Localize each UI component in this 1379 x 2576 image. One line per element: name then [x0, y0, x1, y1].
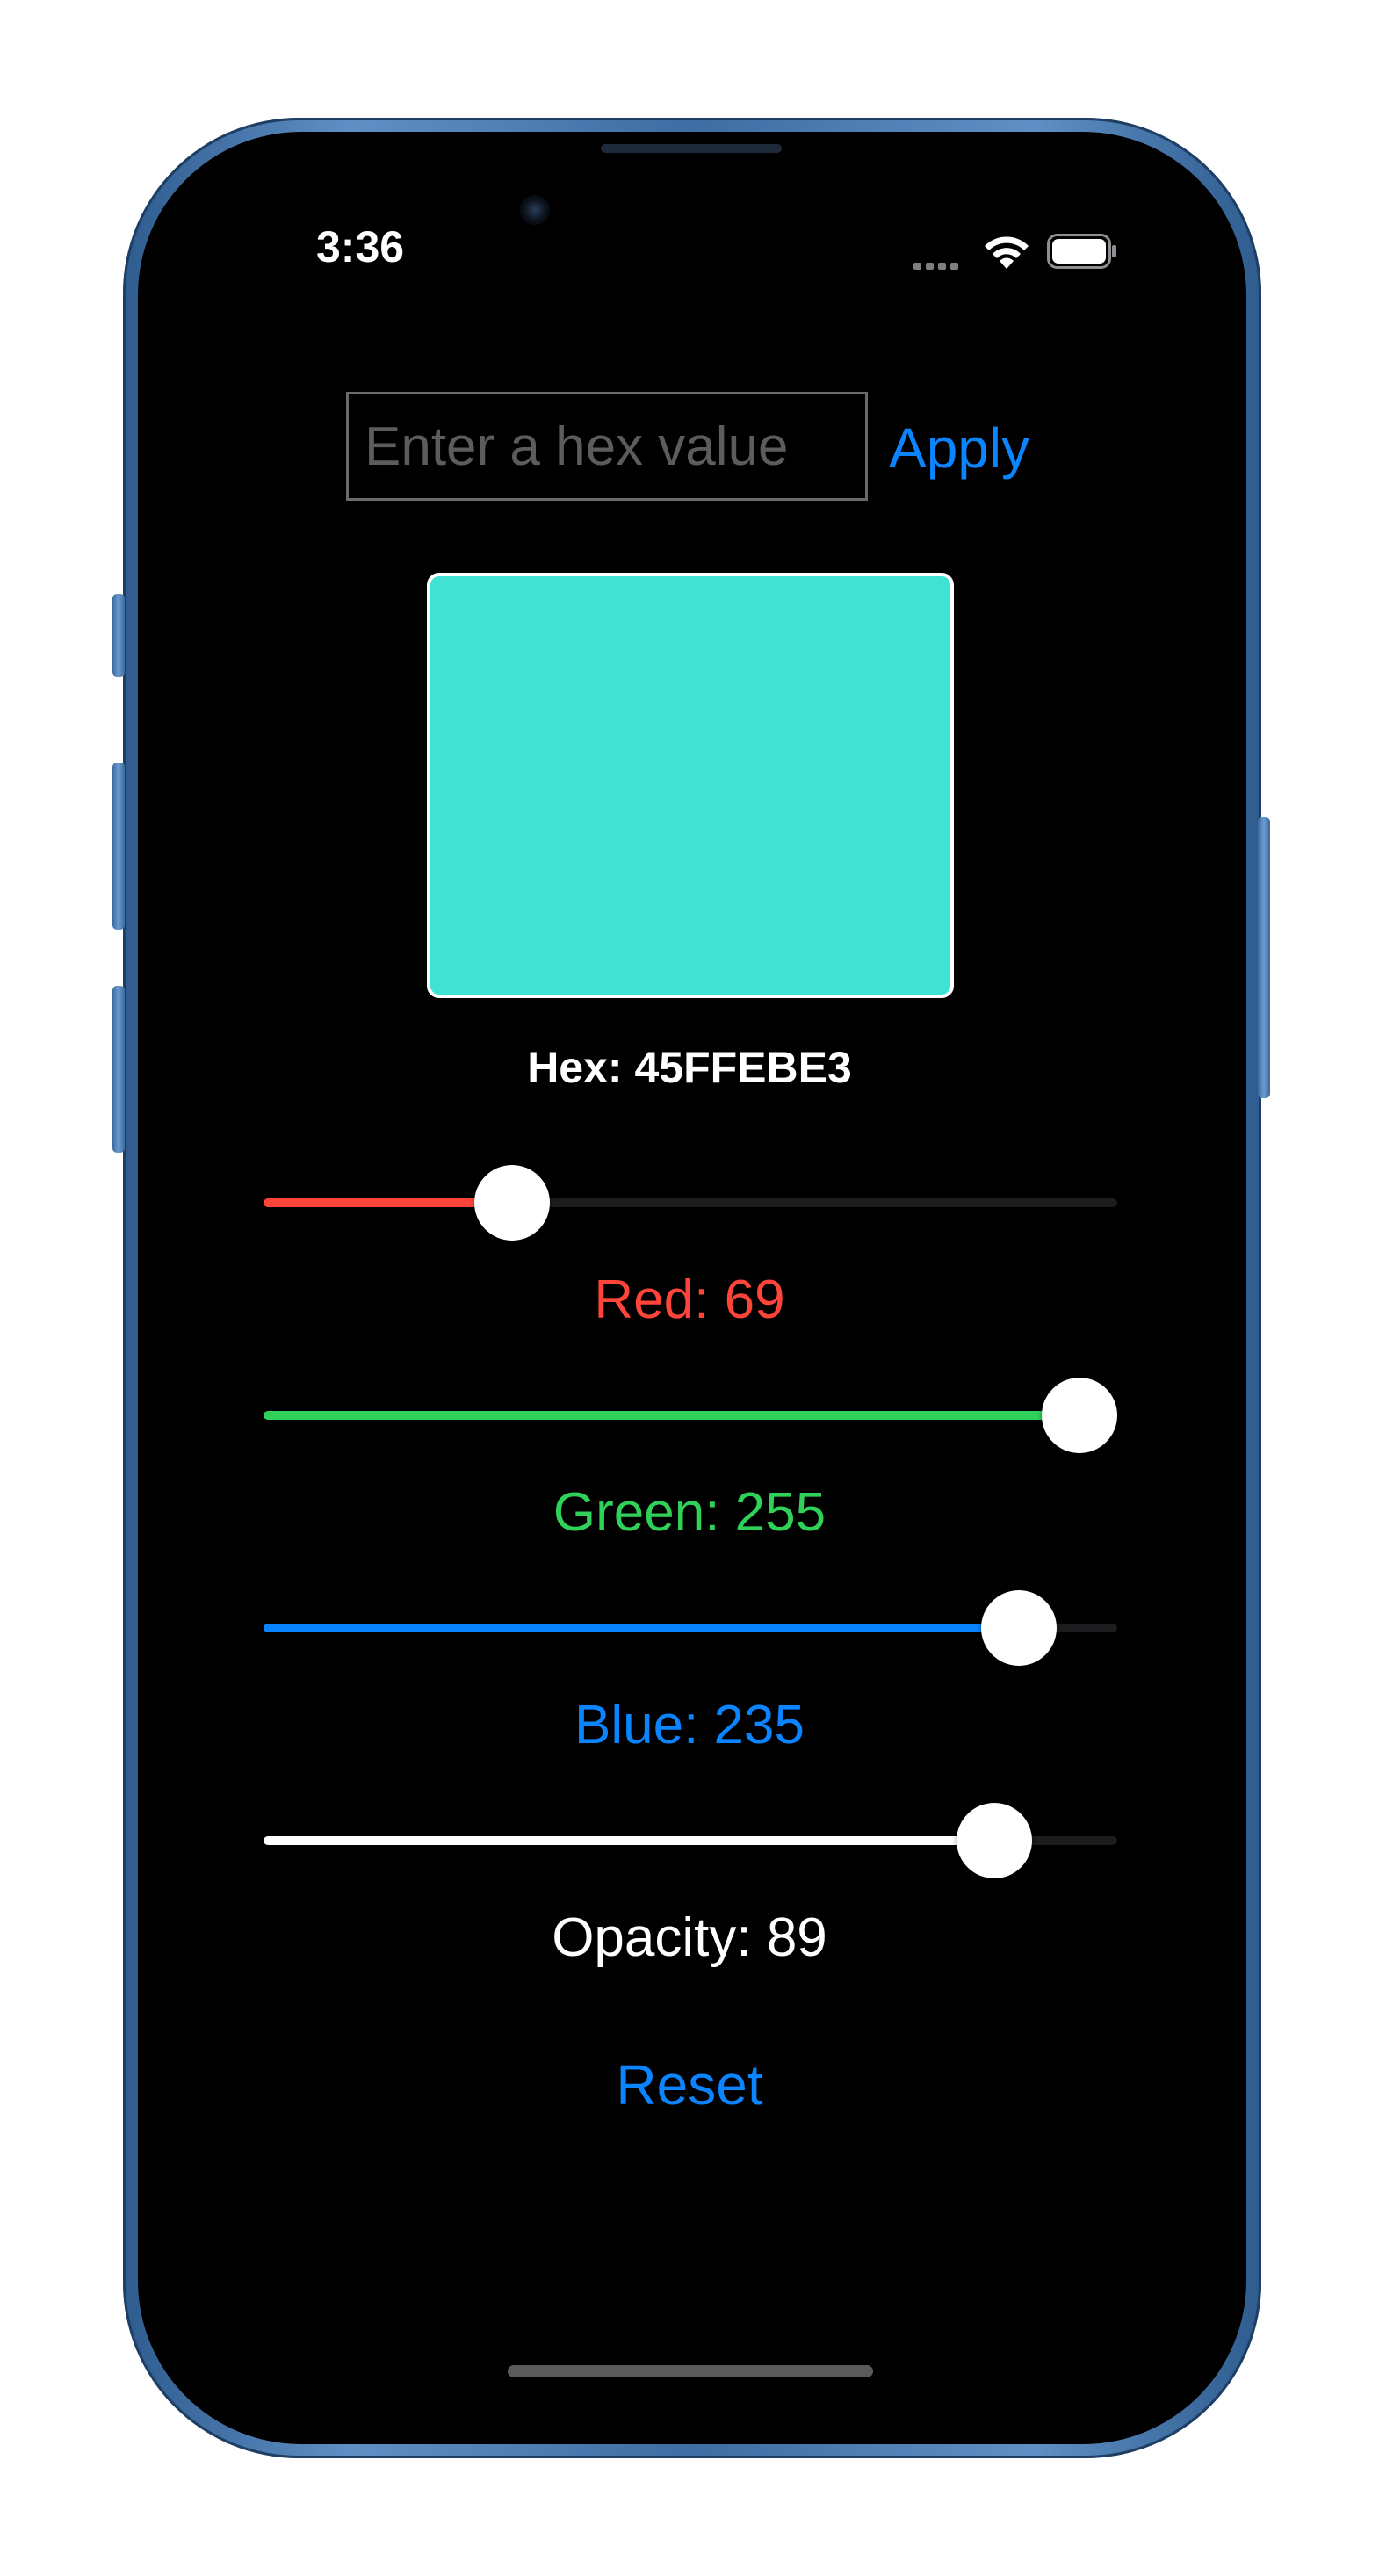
- green-slider[interactable]: [264, 1378, 1117, 1453]
- silent-switch: [112, 594, 125, 677]
- hex-input[interactable]: [346, 392, 868, 501]
- slider-fill: [264, 1624, 1019, 1632]
- opacity-slider[interactable]: [264, 1803, 1117, 1878]
- blue-slider[interactable]: [264, 1590, 1117, 1666]
- slider-fill: [264, 1836, 994, 1845]
- red-slider[interactable]: [264, 1165, 1117, 1241]
- blue-value-label: Blue: 235: [574, 1695, 805, 1755]
- home-indicator: [508, 2365, 873, 2377]
- hex-value-label: Hex: 45FFEBE3: [527, 1043, 852, 1092]
- cellular-signal-icon: [913, 258, 963, 270]
- opacity-value-label: Opacity: 89: [552, 1907, 827, 1968]
- slider-fill: [264, 1411, 1079, 1420]
- red-value-label: Red: 69: [594, 1270, 785, 1330]
- slider-thumb[interactable]: [1042, 1378, 1117, 1453]
- volume-up-button: [112, 763, 125, 930]
- apply-button[interactable]: Apply: [889, 413, 1029, 483]
- speaker-grille: [601, 144, 782, 153]
- battery-icon: [1047, 234, 1116, 269]
- slider-thumb[interactable]: [473, 1165, 550, 1241]
- slider-thumb[interactable]: [980, 1590, 1057, 1666]
- slider-thumb[interactable]: [956, 1803, 1032, 1878]
- green-value-label: Green: 255: [552, 1482, 827, 1543]
- reset-button[interactable]: Reset: [0, 2052, 1379, 2117]
- color-preview: [427, 573, 954, 998]
- front-camera: [520, 195, 550, 225]
- status-time: 3:36: [316, 222, 405, 271]
- wifi-icon: [985, 236, 1029, 269]
